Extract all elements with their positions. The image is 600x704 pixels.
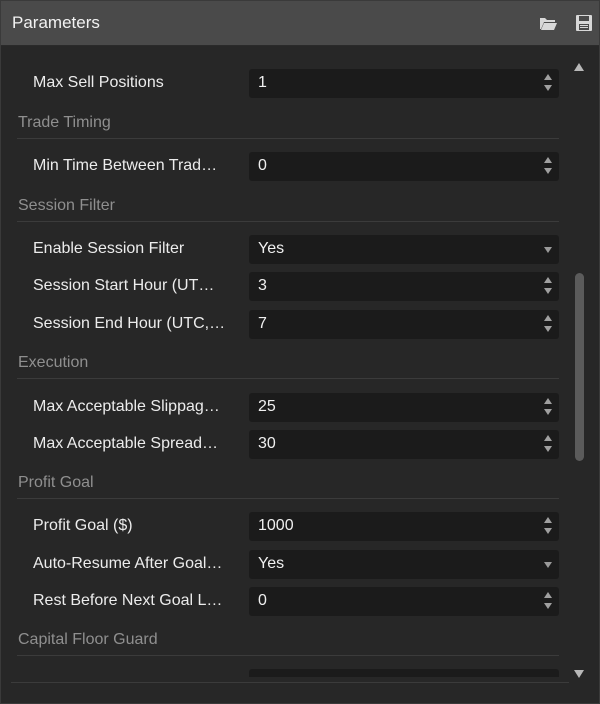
section-divider: [17, 655, 559, 656]
section-divider: [17, 498, 559, 499]
title-bar: Parameters: [1, 1, 599, 46]
section-trade-timing: Trade Timing: [18, 114, 111, 131]
chevron-down-icon: [544, 562, 552, 568]
auto-resume-after-goal-label: Auto-Resume After Goal…: [33, 555, 223, 572]
max-acceptable-slippage-label: Max Acceptable Slippag…: [33, 398, 220, 415]
spinner-arrows-icon[interactable]: [544, 397, 553, 418]
profit-goal-input[interactable]: 1000: [249, 512, 559, 541]
max-acceptable-slippage-input[interactable]: 25: [249, 393, 559, 422]
session-end-hour-input[interactable]: 7: [249, 310, 559, 339]
spinner-arrows-icon[interactable]: [544, 516, 553, 537]
capital-floor-field-partial[interactable]: [249, 669, 559, 677]
max-acceptable-spread-value: 30: [258, 435, 276, 452]
max-acceptable-spread-input[interactable]: 30: [249, 430, 559, 459]
session-start-hour-label: Session Start Hour (UT…: [33, 277, 215, 294]
enable-session-filter-value: Yes: [258, 240, 285, 257]
min-time-between-trades-input[interactable]: 0: [249, 152, 559, 181]
session-start-hour-input[interactable]: 3: [249, 272, 559, 301]
scroll-down-arrow-icon[interactable]: [574, 670, 584, 678]
rest-before-next-goal-value: 0: [258, 592, 267, 609]
section-divider: [17, 138, 559, 139]
spinner-arrows-icon[interactable]: [544, 156, 553, 177]
section-execution: Execution: [18, 354, 89, 371]
spinner-arrows-icon[interactable]: [544, 73, 553, 94]
spinner-arrows-icon[interactable]: [544, 314, 553, 335]
floppy-save-icon[interactable]: [575, 14, 595, 32]
spinner-arrows-icon[interactable]: [544, 276, 553, 297]
session-start-hour-value: 3: [258, 277, 267, 294]
parameters-list: Max Sell Positions 1 Trade Timing Min Ti…: [1, 47, 599, 677]
panel-title: Parameters: [12, 13, 100, 32]
section-session-filter: Session Filter: [18, 197, 115, 214]
max-acceptable-spread-label: Max Acceptable Spread…: [33, 435, 218, 452]
enable-session-filter-label: Enable Session Filter: [33, 240, 185, 257]
parameters-panel: Parameters Max Sell Positions 1 Trade Ti…: [0, 0, 600, 704]
spinner-arrows-icon[interactable]: [544, 434, 553, 455]
profit-goal-label: Profit Goal ($): [33, 517, 133, 534]
enable-session-filter-select[interactable]: Yes: [249, 235, 559, 264]
scrollbar-thumb[interactable]: [575, 273, 584, 461]
auto-resume-after-goal-value: Yes: [258, 555, 285, 572]
bottom-divider: [11, 682, 569, 683]
session-end-hour-label: Session End Hour (UTC,…: [33, 315, 226, 332]
max-sell-positions-input[interactable]: 1: [249, 69, 559, 98]
max-acceptable-slippage-value: 25: [258, 398, 276, 415]
max-sell-positions-value: 1: [258, 74, 267, 91]
chevron-down-icon: [544, 247, 552, 253]
section-divider: [17, 378, 559, 379]
min-time-between-trades-value: 0: [258, 157, 267, 174]
min-time-between-trades-label: Min Time Between Trad…: [33, 157, 218, 174]
section-divider: [17, 221, 559, 222]
profit-goal-value: 1000: [258, 517, 294, 534]
scroll-up-arrow-icon[interactable]: [574, 63, 584, 71]
rest-before-next-goal-label: Rest Before Next Goal L…: [33, 592, 223, 609]
session-end-hour-value: 7: [258, 315, 267, 332]
section-profit-goal: Profit Goal: [18, 474, 94, 491]
rest-before-next-goal-input[interactable]: 0: [249, 587, 559, 616]
section-capital-floor-guard: Capital Floor Guard: [18, 631, 158, 648]
auto-resume-after-goal-select[interactable]: Yes: [249, 550, 559, 579]
spinner-arrows-icon[interactable]: [544, 591, 553, 612]
max-sell-positions-label: Max Sell Positions: [33, 74, 164, 91]
folder-open-icon[interactable]: [538, 14, 558, 32]
